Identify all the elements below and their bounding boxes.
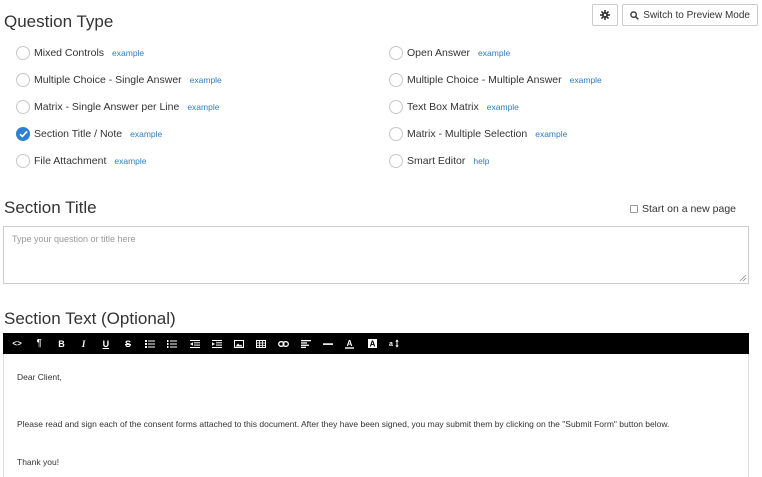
radio-text-box-matrix[interactable]	[389, 100, 403, 114]
option-open-answer[interactable]: Open Answer example	[389, 45, 510, 61]
switch-preview-button[interactable]: Switch to Preview Mode	[622, 4, 758, 26]
settings-button[interactable]	[592, 4, 619, 26]
link-icon[interactable]	[272, 333, 294, 354]
radio-matrix-multiple[interactable]	[389, 127, 403, 141]
font-color-icon[interactable]: A	[339, 333, 361, 354]
table-icon[interactable]	[250, 333, 272, 354]
option-matrix-multiple[interactable]: Matrix - Multiple Selection example	[389, 126, 567, 142]
option-multiple-choice-single[interactable]: Multiple Choice - Single Answer example	[16, 72, 222, 88]
horizontal-rule-icon[interactable]	[317, 333, 339, 354]
option-file-attachment[interactable]: File Attachment example	[16, 153, 147, 169]
option-label: Text Box Matrix	[407, 101, 479, 113]
search-icon	[630, 10, 640, 20]
start-new-page-option[interactable]: Start on a new page	[630, 203, 736, 215]
option-label: Multiple Choice - Single Answer	[34, 74, 182, 86]
italic-icon[interactable]: I	[73, 333, 95, 354]
image-icon[interactable]	[228, 333, 250, 354]
example-link[interactable]: example	[190, 75, 222, 85]
svg-text:A: A	[347, 339, 353, 348]
paragraph-icon[interactable]: ¶	[28, 333, 50, 354]
section-title-input[interactable]: Type your question or title here	[3, 226, 749, 284]
option-smart-editor[interactable]: Smart Editor help	[389, 153, 489, 169]
section-text-editor[interactable]: Dear Client, Please read and sign each o…	[3, 354, 749, 477]
radio-smart-editor[interactable]	[389, 154, 403, 168]
switch-preview-label: Switch to Preview Mode	[643, 9, 750, 21]
option-label: Multiple Choice - Multiple Answer	[407, 74, 562, 86]
svg-text:a: a	[389, 341, 393, 348]
example-link[interactable]: example	[487, 102, 519, 112]
code-view-icon[interactable]: <>	[6, 333, 28, 354]
section-text-heading: Section Text (Optional)	[4, 309, 176, 328]
example-link[interactable]: example	[130, 129, 162, 139]
option-label: Matrix - Multiple Selection	[407, 128, 528, 140]
bold-icon[interactable]: B	[50, 333, 72, 354]
help-link[interactable]: help	[473, 156, 489, 166]
radio-multiple-choice-multiple[interactable]	[389, 73, 403, 87]
section-title-heading: Section Title	[4, 198, 97, 217]
option-label: Open Answer	[407, 47, 471, 59]
ordered-list-icon[interactable]	[161, 333, 183, 354]
example-link[interactable]: example	[187, 102, 219, 112]
example-link[interactable]: example	[114, 156, 146, 166]
radio-section-title-note[interactable]	[16, 127, 30, 141]
start-new-page-label: Start on a new page	[642, 203, 736, 215]
option-label: File Attachment	[34, 155, 107, 167]
indent-icon[interactable]	[206, 333, 228, 354]
option-label: Section Title / Note	[34, 128, 123, 140]
option-section-title-note[interactable]: Section Title / Note example	[16, 126, 162, 142]
header-actions: Switch to Preview Mode	[592, 4, 758, 26]
option-text-box-matrix[interactable]: Text Box Matrix example	[389, 99, 519, 115]
strikethrough-icon[interactable]: S	[117, 333, 139, 354]
editor-paragraph: Please read and sign each of the consent…	[17, 419, 670, 429]
option-matrix-single[interactable]: Matrix - Single Answer per Line example	[16, 99, 219, 115]
option-mixed-controls[interactable]: Mixed Controls example	[16, 45, 144, 61]
background-color-icon[interactable]: A	[361, 333, 383, 354]
editor-paragraph: Dear Client,	[17, 372, 62, 382]
example-link[interactable]: example	[535, 129, 567, 139]
editor-paragraph: Thank you!	[17, 457, 60, 467]
radio-multiple-choice-single[interactable]	[16, 73, 30, 87]
option-label: Matrix - Single Answer per Line	[34, 101, 180, 113]
align-icon[interactable]	[294, 333, 316, 354]
resize-grip-icon[interactable]	[739, 274, 747, 282]
question-type-heading: Question Type	[4, 12, 114, 31]
example-link[interactable]: example	[570, 75, 602, 85]
option-label: Mixed Controls	[34, 47, 105, 59]
start-new-page-checkbox[interactable]	[630, 205, 639, 213]
radio-open-answer[interactable]	[389, 46, 403, 60]
option-label: Smart Editor	[407, 155, 466, 167]
section-title-placeholder: Type your question or title here	[12, 234, 136, 244]
underline-icon[interactable]: U	[95, 333, 117, 354]
unordered-list-icon[interactable]	[139, 333, 161, 354]
option-multiple-choice-multiple[interactable]: Multiple Choice - Multiple Answer exampl…	[389, 72, 602, 88]
radio-matrix-single[interactable]	[16, 100, 30, 114]
radio-file-attachment[interactable]	[16, 154, 30, 168]
radio-mixed-controls[interactable]	[16, 46, 30, 60]
example-link[interactable]: example	[112, 48, 144, 58]
font-size-icon[interactable]: a	[383, 333, 405, 354]
editor-toolbar: <> ¶ B I U S A A a	[3, 333, 749, 354]
example-link[interactable]: example	[478, 48, 510, 58]
checkmark-icon	[18, 130, 28, 138]
gear-icon	[600, 10, 611, 20]
outdent-icon[interactable]	[184, 333, 206, 354]
svg-text:A: A	[369, 340, 375, 349]
